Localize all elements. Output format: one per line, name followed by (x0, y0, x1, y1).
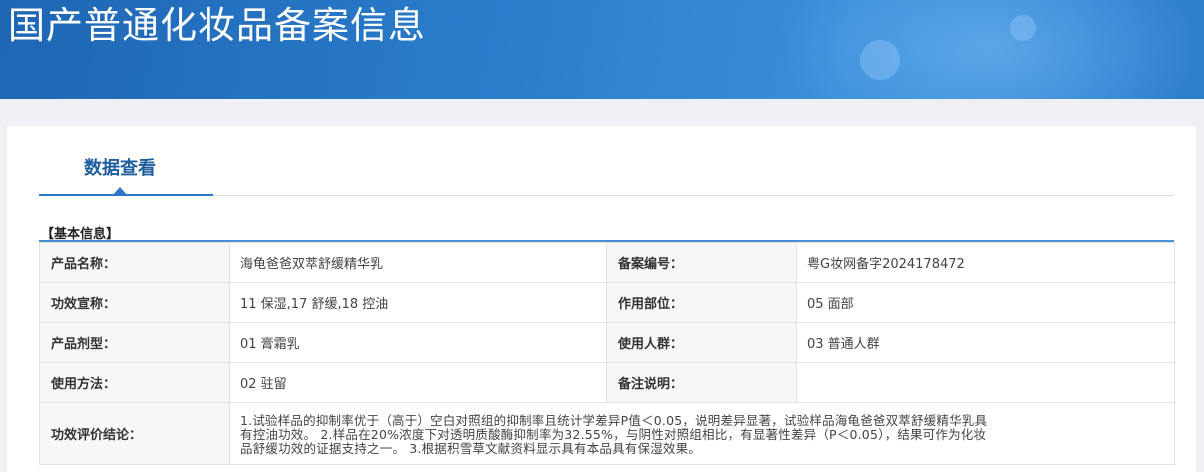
efficacy-conclusion-value: 1.试验样品的抑制率优于（高于）空白对照组的抑制率且统计学差异P值＜0.05，说… (229, 402, 1175, 465)
dosage-form-value: 01 膏霜乳 (229, 322, 607, 363)
usage-method-value: 02 驻留 (229, 362, 607, 403)
page-title: 国产普通化妆品备案信息 (8, 4, 426, 47)
header-banner: 国产普通化妆品备案信息 (0, 0, 1204, 99)
tab-data-view[interactable]: 数据查看 (39, 126, 213, 196)
product-name-value: 海龟爸爸双萃舒缓精华乳 (229, 242, 607, 283)
field-label: 作用部位： (606, 282, 797, 323)
remarks-value (796, 362, 1175, 403)
content-panel: 数据查看 【基本信息】 产品名称： 海龟爸爸双萃舒缓精华乳 备案编号： 粤G妆网… (7, 126, 1196, 472)
field-label: 备注说明： (606, 362, 797, 403)
tab-bar: 数据查看 (39, 126, 1174, 196)
field-label: 使用方法： (39, 362, 230, 403)
field-label: 功效评价结论： (39, 402, 230, 465)
application-site-value: 05 面部 (796, 282, 1175, 323)
banner-decoration (860, 40, 900, 80)
table-row: 产品名称： 海龟爸爸双萃舒缓精华乳 备案编号： 粤G妆网备字2024178472 (39, 242, 1175, 283)
banner-decoration (780, 0, 1200, 99)
target-group-value: 03 普通人群 (796, 322, 1175, 363)
field-label: 备案编号： (606, 242, 797, 283)
record-number-value: 粤G妆网备字2024178472 (796, 242, 1175, 283)
table-row: 使用方法： 02 驻留 备注说明： (39, 362, 1175, 403)
field-label: 使用人群： (606, 322, 797, 363)
table-row: 功效评价结论： 1.试验样品的抑制率优于（高于）空白对照组的抑制率且统计学差异P… (39, 402, 1175, 465)
table-row: 产品剂型： 01 膏霜乳 使用人群： 03 普通人群 (39, 322, 1175, 363)
active-tab-indicator (113, 187, 127, 195)
banner-decoration (1010, 15, 1036, 41)
efficacy-claim-value: 11 保湿,17 舒缓,18 控油 (229, 282, 607, 323)
field-label: 产品剂型： (39, 322, 230, 363)
basic-info-table: 产品名称： 海龟爸爸双萃舒缓精华乳 备案编号： 粤G妆网备字2024178472… (39, 242, 1175, 465)
field-label: 功效宣称： (39, 282, 230, 323)
field-label: 产品名称： (39, 242, 230, 283)
table-row: 功效宣称： 11 保湿,17 舒缓,18 控油 作用部位： 05 面部 (39, 282, 1175, 323)
tab-label: 数据查看 (84, 158, 156, 179)
